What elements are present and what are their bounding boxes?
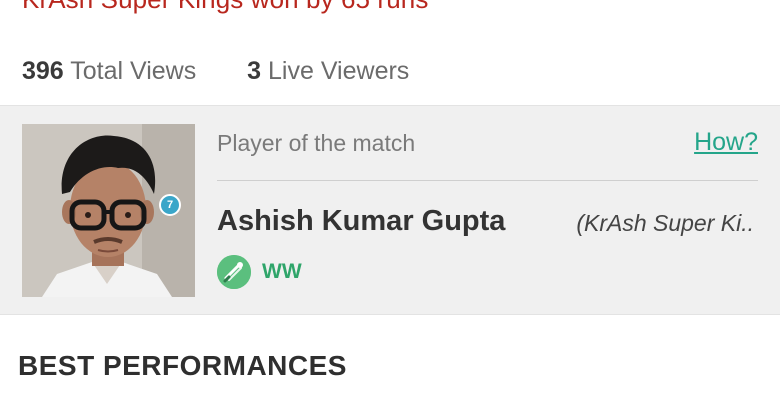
total-views: 396 Total Views [22, 57, 196, 86]
player-role: WW [262, 260, 302, 283]
player-team: (KrAsh Super Ki.. [576, 210, 754, 236]
total-views-label: Total Views [70, 57, 197, 85]
match-result-text: KrAsh Super Kings won by 65 runs [22, 0, 428, 15]
live-viewers: 3 Live Viewers [247, 57, 409, 86]
view-stats: 396 Total Views 3 Live Viewers [22, 57, 409, 86]
live-viewers-label: Live Viewers [268, 57, 410, 85]
player-of-the-match-card[interactable]: 7 Player of the match How? Ashish Kumar … [0, 105, 780, 315]
wicket-keeper-icon [217, 255, 251, 289]
best-performances-heading: BEST PERFORMANCES [18, 350, 347, 381]
how-link[interactable]: How? [694, 128, 758, 157]
total-views-count: 396 [22, 57, 64, 85]
potm-label: Player of the match [217, 130, 416, 156]
player-name[interactable]: Ashish Kumar Gupta [217, 205, 505, 238]
live-viewers-count: 3 [247, 57, 262, 85]
player-badge: 7 [159, 194, 181, 216]
card-divider [217, 180, 758, 181]
